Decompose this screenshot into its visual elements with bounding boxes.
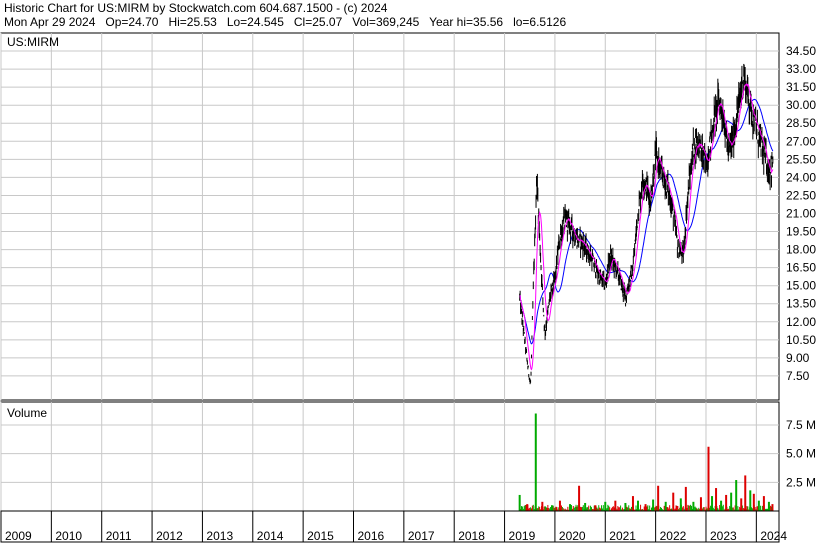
x-tick-label: 2009 [5, 529, 32, 543]
price-tick-label: 33.00 [786, 62, 816, 76]
price-tick-label: 15.00 [786, 279, 816, 293]
x-tick-label: 2011 [106, 529, 132, 543]
price-tick-label: 34.50 [786, 44, 816, 58]
price-panel-border [0, 32, 780, 401]
x-tick-label: 2010 [55, 529, 82, 543]
volume-panel-border [0, 401, 780, 512]
volume-tick-label: 7.5 M [786, 418, 816, 432]
price-tick-label: 28.50 [786, 116, 816, 130]
chart-header: Historic Chart for US:MIRM by Stockwatch… [4, 1, 566, 29]
price-tick-label: 12.00 [786, 315, 816, 329]
price-tick-label: 31.50 [786, 80, 816, 94]
price-tick-label: 16.50 [786, 261, 816, 275]
volume-axis: 2.5 M 5.0 M 7.5 M [786, 418, 816, 489]
x-tick-label: 2023 [710, 529, 737, 543]
x-tick-label: 2024 [760, 529, 787, 543]
x-tick-label: 2012 [156, 529, 183, 543]
price-tick-label: 21.00 [786, 206, 816, 220]
x-tick-label: 2013 [206, 529, 233, 543]
volume-label: Volume [7, 406, 47, 420]
header-title: Historic Chart for US:MIRM by Stockwatch… [4, 1, 388, 15]
price-tick-label: 13.50 [786, 297, 816, 311]
price-tick-label: 27.00 [786, 134, 816, 148]
price-tick-label: 7.50 [786, 369, 810, 383]
stock-chart: 7.50 9.00 10.50 12.00 13.50 15.00 16.50 18.00 19… [0, 32, 816, 543]
price-tick-label: 10.50 [786, 333, 816, 347]
price-axis: 7.50 9.00 10.50 12.00 13.50 15.00 16.50 18.00 19… [786, 44, 816, 383]
x-tick-label: 2017 [408, 529, 435, 543]
x-tick-label: 2015 [307, 529, 334, 543]
price-tick-label: 19.50 [786, 225, 816, 239]
x-tick-label: 2019 [509, 529, 536, 543]
volume-tick-label: 5.0 M [786, 447, 816, 461]
price-tick-label: 22.50 [786, 188, 816, 202]
x-tick-label: 2022 [660, 529, 687, 543]
price-tick-label: 9.00 [786, 351, 810, 365]
x-tick-label: 2021 [609, 529, 636, 543]
price-tick-label: 24.00 [786, 170, 816, 184]
x-tick-label: 2018 [458, 529, 485, 543]
price-tick-label: 30.00 [786, 98, 816, 112]
header-quote: Mon Apr 29 2024 Op=24.70 Hi=25.53 Lo=24.… [4, 15, 567, 29]
x-tick-label: 2014 [257, 529, 284, 543]
x-tick-label: 2020 [559, 529, 586, 543]
volume-tick-label: 2.5 M [786, 475, 816, 489]
symbol-label: US:MIRM [7, 35, 59, 49]
x-tick-label: 2016 [357, 529, 384, 543]
price-tick-label: 18.00 [786, 243, 816, 257]
price-tick-label: 25.50 [786, 152, 816, 166]
